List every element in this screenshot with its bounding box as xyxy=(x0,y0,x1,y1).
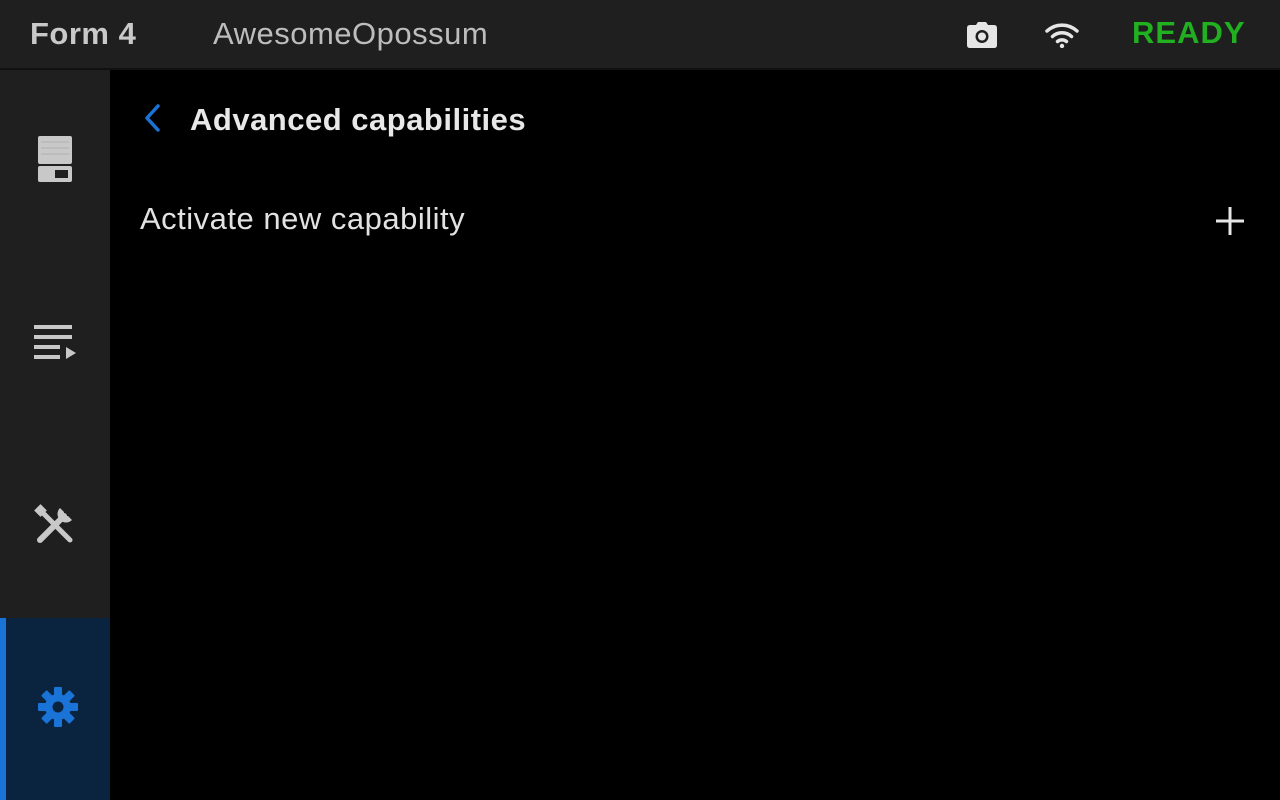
screen: Form 4 AwesomeOpossum READY Advanced cap… xyxy=(0,0,1280,800)
back-button[interactable] xyxy=(134,100,170,140)
camera-icon[interactable] xyxy=(962,16,1002,54)
printer-name: AwesomeOpossum xyxy=(213,16,489,51)
sidebar-item-tools[interactable] xyxy=(0,436,110,618)
sidebar xyxy=(0,70,110,800)
printer-model: Form 4 xyxy=(30,16,137,51)
sidebar-item-settings[interactable] xyxy=(0,618,110,800)
top-bar: Form 4 AwesomeOpossum READY xyxy=(0,0,1280,70)
page-title: Advanced capabilities xyxy=(190,102,527,137)
queue-icon xyxy=(34,323,76,366)
plus-icon[interactable] xyxy=(1210,201,1250,241)
status-badge: READY xyxy=(1132,15,1246,50)
gear-icon xyxy=(38,686,78,732)
wifi-icon xyxy=(1040,16,1084,54)
activate-capability-label: Activate new capability xyxy=(140,201,466,236)
main-content: Advanced capabilities Activate new capab… xyxy=(110,70,1280,800)
tools-icon xyxy=(34,503,76,551)
printer-icon xyxy=(38,136,72,187)
sidebar-item-printer[interactable] xyxy=(0,70,110,253)
chevron-left-icon xyxy=(143,103,161,137)
activate-capability-row[interactable]: Activate new capability xyxy=(110,185,1280,255)
sidebar-item-queue[interactable] xyxy=(0,253,110,436)
